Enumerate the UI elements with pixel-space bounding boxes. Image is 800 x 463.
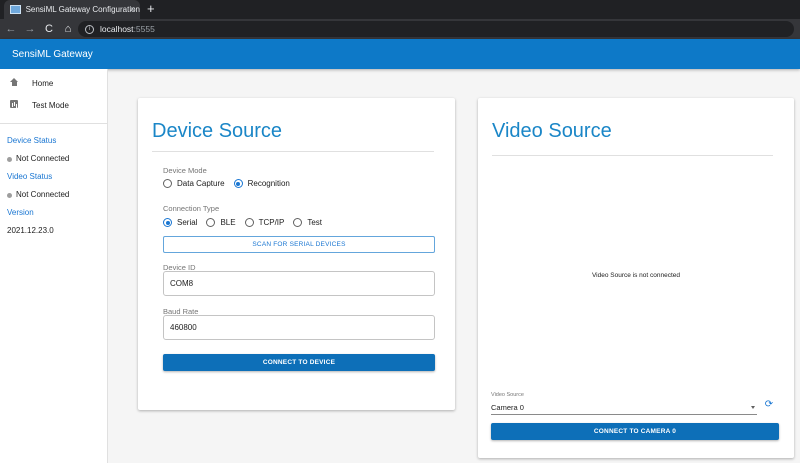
video-source-title: Video Source <box>492 120 612 142</box>
new-tab-button[interactable]: + <box>147 2 155 16</box>
card-divider <box>492 155 773 156</box>
refresh-icon[interactable]: ⟳ <box>764 400 774 410</box>
device-id-field[interactable]: COM8 <box>163 271 435 296</box>
url-host: localhost <box>100 24 134 34</box>
radio-label: Serial <box>177 218 198 227</box>
version-value: 2021.12.23.0 <box>7 226 54 235</box>
app-title: SensiML Gateway <box>12 48 93 60</box>
sidebar-divider <box>0 123 107 124</box>
dropdown-arrow-icon <box>751 406 755 409</box>
radio-label: Test <box>307 218 323 227</box>
radio-icon <box>293 218 303 227</box>
sidebar: Home Test Mode Device Status Not Connect… <box>0 69 108 463</box>
status-dot-icon <box>7 156 12 162</box>
card-divider <box>152 151 434 152</box>
device-source-title: Device Source <box>152 120 283 142</box>
radio-recognition[interactable]: Recognition <box>233 179 290 188</box>
radio-icon <box>206 218 216 227</box>
baud-rate-field[interactable]: 460800 <box>163 315 435 340</box>
status-dot-icon <box>7 192 12 198</box>
radio-ble[interactable]: BLE <box>206 218 236 227</box>
browser-toolbar: ← → C ⌂ i localhost:5555 <box>0 19 800 39</box>
video-status-value: Not Connected <box>16 190 70 199</box>
video-source-select-label: Video Source <box>491 392 524 398</box>
device-mode-group: Data Capture Recognition <box>163 179 299 188</box>
sidebar-item-test-mode[interactable]: Test Mode <box>0 94 107 116</box>
radio-data-capture[interactable]: Data Capture <box>163 179 225 188</box>
radio-label: Recognition <box>247 179 290 188</box>
video-source-selected: Camera 0 <box>491 403 524 412</box>
video-status: Not Connected <box>0 186 107 204</box>
version-heading: Version <box>7 208 34 217</box>
home-button[interactable]: ⌂ <box>60 23 76 35</box>
info-icon[interactable]: i <box>85 24 94 34</box>
sidebar-item-label: Test Mode <box>32 100 69 110</box>
sidebar-item-home[interactable]: Home <box>0 72 107 94</box>
video-status-heading: Video Status <box>7 172 53 181</box>
reload-button[interactable]: C <box>41 23 57 35</box>
radio-icon <box>244 218 254 227</box>
url-port: :5555 <box>133 24 155 34</box>
tab-close-icon[interactable]: × <box>130 4 135 14</box>
radio-icon <box>163 179 172 188</box>
sidebar-item-label: Home <box>32 78 54 88</box>
browser-tab[interactable]: SensiML Gateway Configuration × <box>4 0 140 19</box>
radio-label: BLE <box>220 218 236 227</box>
device-mode-label: Device Mode <box>163 166 207 175</box>
device-status-heading: Device Status <box>7 136 57 145</box>
radio-label: Data Capture <box>177 179 225 188</box>
radio-checked-icon <box>233 179 243 188</box>
radio-serial[interactable]: Serial <box>163 218 197 227</box>
device-source-card: Device Source Device Mode Data Capture R… <box>138 98 455 410</box>
test-mode-icon <box>8 100 20 110</box>
home-icon <box>8 78 20 88</box>
video-status-message: Video Source is not connected <box>591 272 681 279</box>
radio-tcpip[interactable]: TCP/IP <box>244 218 285 227</box>
device-status: Not Connected <box>0 150 107 168</box>
connection-type-group: Serial BLE TCP/IP Test <box>163 218 331 227</box>
video-source-card: Video Source Video Source is not connect… <box>478 98 794 458</box>
radio-label: TCP/IP <box>258 218 285 227</box>
connect-camera-button[interactable]: CONNECT TO CAMERA 0 <box>491 423 779 440</box>
app-bar: SensiML Gateway <box>0 39 800 69</box>
connection-type-label: Connection Type <box>163 204 220 213</box>
connect-device-button[interactable]: CONNECT TO DEVICE <box>163 354 435 371</box>
radio-test[interactable]: Test <box>293 218 322 227</box>
radio-checked-icon <box>163 218 172 227</box>
video-source-select[interactable]: Camera 0 <box>491 401 757 415</box>
browser-tab-bar: SensiML Gateway Configuration × + <box>0 0 800 19</box>
back-button[interactable]: ← <box>3 23 19 35</box>
device-status-value: Not Connected <box>16 154 70 163</box>
forward-button[interactable]: → <box>22 23 38 35</box>
address-bar[interactable]: i localhost:5555 <box>78 21 794 37</box>
tab-title: SensiML Gateway Configuration <box>25 5 140 14</box>
favicon-icon <box>10 5 21 14</box>
scan-serial-devices-button[interactable]: SCAN FOR SERIAL DEVICES <box>163 236 435 253</box>
